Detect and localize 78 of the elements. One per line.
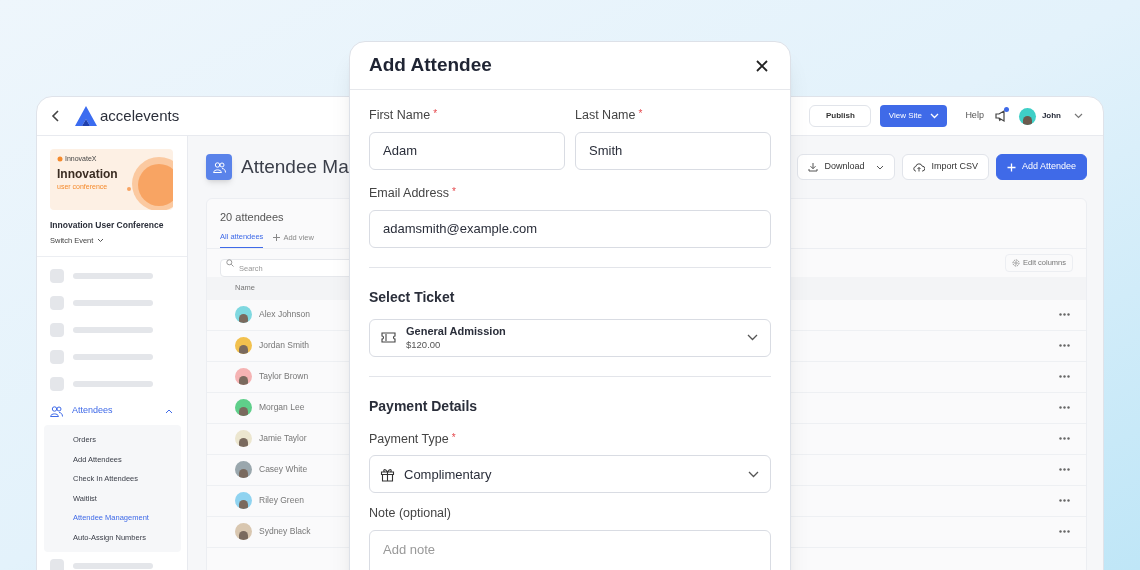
chevron-down-icon [748, 470, 759, 478]
skeleton-icon [50, 377, 64, 391]
last-name-field[interactable]: Smith [575, 131, 771, 170]
cloud-upload-icon [913, 162, 926, 172]
field-label: Payment Type [369, 430, 449, 448]
first-name-field[interactable]: Adam [369, 131, 565, 170]
ticket-icon [381, 332, 396, 343]
back-icon[interactable] [51, 109, 61, 123]
view-site-button[interactable]: View Site [880, 105, 948, 127]
skeleton-icon [50, 323, 64, 337]
section-heading: Payment Details [369, 396, 479, 416]
chevron-down-icon [747, 334, 758, 341]
megaphone-icon[interactable] [993, 109, 1008, 123]
circles-drawing [127, 157, 173, 210]
more-icon[interactable] [1059, 344, 1070, 347]
plus-icon [1006, 162, 1016, 172]
more-icon[interactable] [1059, 530, 1070, 533]
attendee-name: Alex Johnson [259, 308, 311, 321]
ticket-price: $120.00 [406, 337, 442, 351]
gift-icon [380, 466, 395, 482]
banner-title: Innovation [57, 166, 119, 182]
settings-icon [1012, 258, 1021, 267]
attendee-name: Taylor Brown [259, 370, 309, 383]
close-icon[interactable] [756, 59, 768, 72]
required-mark: * [638, 107, 643, 121]
skeleton-icon [50, 350, 64, 364]
publish-button[interactable]: Publish [809, 105, 872, 127]
attendee-name: Morgan Lee [259, 401, 305, 414]
attendee-name: Sydney Black [259, 525, 311, 538]
download-icon [808, 162, 819, 172]
section-heading: Select Ticket [369, 287, 456, 307]
ticket-name: General Admission [406, 324, 506, 338]
required-mark: * [451, 184, 456, 199]
add-attendee-button[interactable]: Add Attendee [995, 154, 1087, 180]
sun-icon [57, 156, 63, 163]
required-mark: * [433, 107, 438, 121]
payment-type-select[interactable]: Complimentary [369, 455, 771, 494]
more-icon[interactable] [1059, 468, 1070, 471]
import-button[interactable]: Import CSV [902, 154, 989, 180]
help-link[interactable]: Help [965, 109, 984, 123]
user-avatar[interactable] [1018, 107, 1036, 125]
page-title: Attendee Ma [241, 154, 349, 179]
dialog-title: Add Attendee [369, 53, 492, 78]
logo-icon [75, 106, 97, 126]
chevron-down-icon [929, 113, 939, 119]
field-label: Note (optional) [369, 505, 452, 523]
field-label: First Name [369, 107, 431, 124]
plus-icon [273, 234, 281, 242]
chevron-down-icon [97, 237, 105, 243]
attendee-name: Riley Green [259, 494, 304, 507]
payment-type-value: Complimentary [404, 465, 492, 484]
ticket-select[interactable]: General Admission $120.00 [369, 318, 771, 357]
chevron-down-icon [876, 164, 885, 170]
more-icon[interactable] [1059, 406, 1070, 409]
note-field[interactable]: Add note [369, 530, 771, 570]
attendee-name: Jamie Taylor [259, 432, 307, 445]
more-icon[interactable] [1059, 499, 1070, 502]
field-label: Last Name [575, 107, 636, 124]
email-field[interactable]: adamsmith@example.com [369, 209, 771, 248]
attendee-count: 20 attendees [220, 210, 285, 225]
people-icon [50, 405, 63, 417]
brand-name: accelevents [100, 105, 180, 126]
people-icon [212, 161, 226, 173]
event-name: Innovation User Conference [50, 219, 165, 232]
search-icon [226, 258, 234, 267]
attendees-section-header[interactable]: Attendees [50, 404, 187, 418]
more-icon[interactable] [1059, 437, 1070, 440]
user-name[interactable]: John [1041, 110, 1061, 122]
skeleton-icon [50, 269, 64, 283]
attendee-name: Jordan Smith [259, 339, 310, 352]
required-mark: * [451, 430, 456, 445]
more-icon[interactable] [1059, 313, 1070, 316]
chevron-down-icon[interactable] [1074, 113, 1083, 119]
attendee-name: Casey White [259, 463, 308, 476]
more-icon[interactable] [1059, 375, 1070, 378]
field-label: Email Address [369, 184, 449, 202]
skeleton-icon [50, 296, 64, 310]
download-button[interactable]: Download [797, 154, 896, 180]
